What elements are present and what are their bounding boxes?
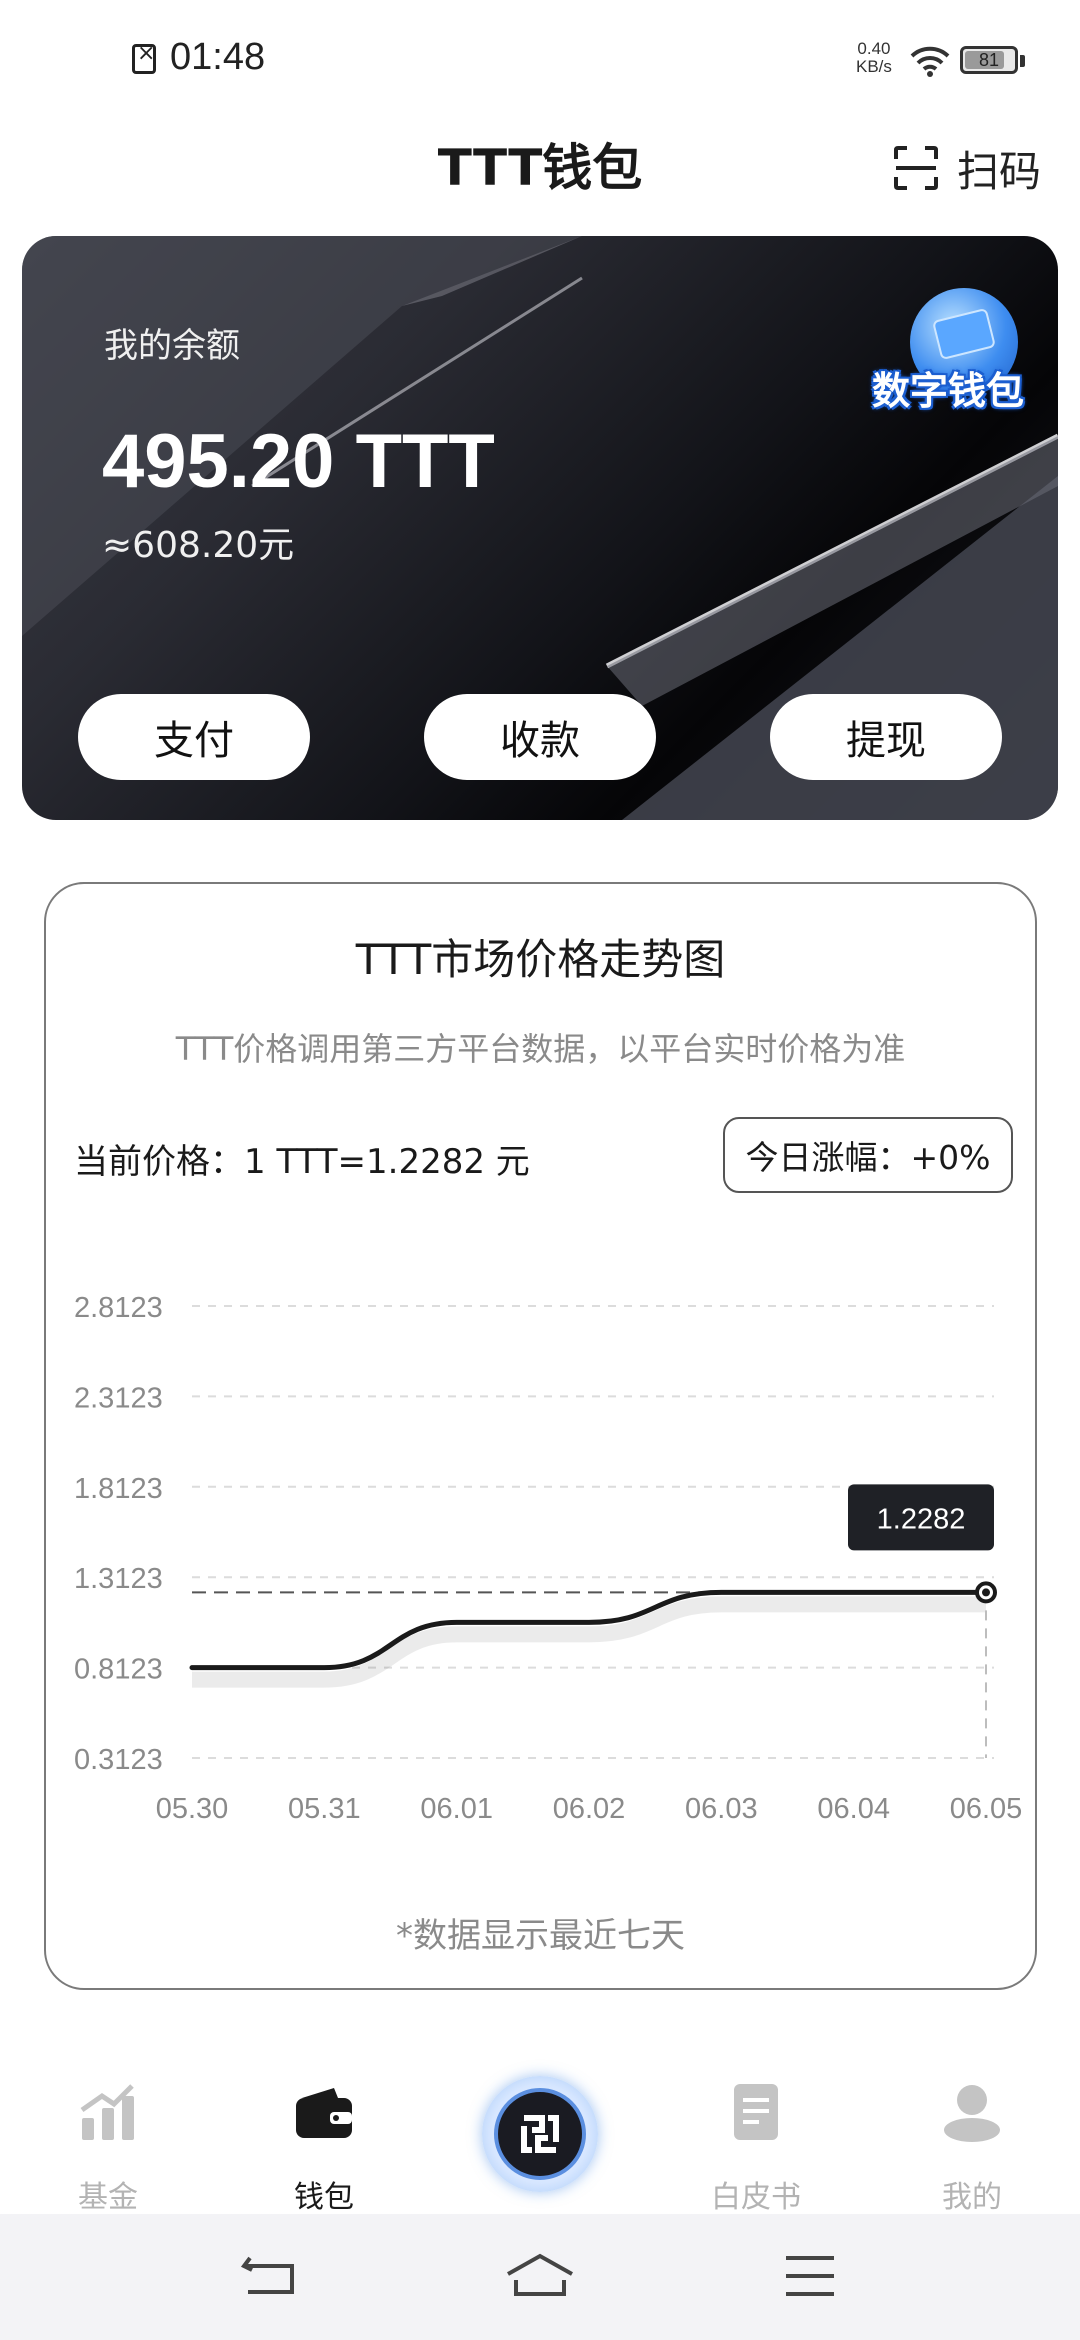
document-icon: [734, 2084, 778, 2140]
nav-item-wallet[interactable]: 钱包: [254, 2082, 394, 2215]
nav-label-whitepaper: 白皮书: [711, 2180, 801, 2215]
price-tooltip-label: 1.2282: [877, 1503, 966, 1535]
y-tick-label: 2.8123: [74, 1292, 163, 1324]
y-tick-label: 2.3123: [74, 1382, 163, 1414]
y-tick-label: 1.8123: [74, 1473, 163, 1505]
x-tick-label: 06.04: [817, 1793, 890, 1825]
pay-button[interactable]: 支付: [78, 694, 310, 780]
wallet-page: 01:48 0.40 KB/s 81 TTT钱包 扫码: [0, 0, 1080, 2340]
user-icon: [944, 2085, 1000, 2142]
nav-item-profile[interactable]: 我的: [902, 2082, 1042, 2215]
digital-wallet-badge: 数字钱包: [858, 280, 1038, 430]
x-tick-label: 06.01: [420, 1793, 493, 1825]
status-time: 01:48: [170, 36, 266, 78]
y-tick-label: 0.8123: [74, 1654, 163, 1686]
scan-label: 扫码: [957, 146, 1042, 196]
back-icon[interactable]: [230, 2244, 310, 2308]
withdraw-button[interactable]: 提现: [770, 694, 1002, 780]
nav-label-fund: 基金: [78, 2180, 138, 2215]
receive-button[interactable]: 收款: [424, 694, 656, 780]
status-bar: 01:48 0.40 KB/s 81: [0, 0, 1080, 120]
battery-icon: 81: [960, 46, 1018, 74]
balance-label: 我的余额: [104, 326, 240, 366]
price-data-point-core: [982, 1588, 990, 1597]
balance-cny-equivalent: ≈608.20元: [102, 525, 295, 566]
wallet-badge-label: 数字钱包: [871, 369, 1024, 413]
battery-level: 81: [978, 50, 1000, 70]
nav-label-wallet: 钱包: [294, 2180, 354, 2215]
scan-button[interactable]: 扫码: [893, 140, 1041, 196]
network-speed-value: 0.40: [857, 39, 891, 58]
wallet-icon: [296, 2088, 352, 2138]
battery-nub: [1020, 55, 1025, 67]
app-logo-glyph: [521, 2115, 559, 2153]
price-line-chart[interactable]: 2.8123 2.3123 1.8123 1.3123 0.8123 0.3123 05.3…: [46, 884, 1039, 1992]
nav-center-logo-button[interactable]: [482, 2076, 598, 2192]
scan-icon: [894, 146, 938, 190]
nav-item-whitepaper[interactable]: 白皮书: [686, 2082, 826, 2215]
x-tick-label: 06.03: [685, 1793, 758, 1825]
app-logo-icon: [494, 2088, 586, 2180]
price-chart-card: TTT市场价格走势图 TTT价格调用第三方平台数据，以平台实时价格为准 当前价格…: [44, 882, 1037, 1990]
bottom-nav: 基金 钱包 白皮书 我的: [0, 2062, 1080, 2215]
y-tick-label: 1.3123: [74, 1563, 163, 1595]
menu-icon[interactable]: [770, 2244, 850, 2308]
chart-bars-icon: [80, 2084, 134, 2140]
y-tick-label: 0.3123: [74, 1744, 163, 1776]
chart-note: *数据显示最近七天: [396, 1916, 685, 1956]
no-sim-icon: [132, 41, 156, 74]
nav-label-profile: 我的: [942, 2180, 1002, 2215]
balance-card: 我的余额 495.20 TTT ≈608.20元 数字钱包 支付 收款 提现: [22, 236, 1058, 820]
x-tick-label: 05.31: [288, 1793, 361, 1825]
x-tick-label: 06.05: [950, 1793, 1023, 1825]
home-icon[interactable]: [500, 2244, 580, 2308]
network-speed-unit: KB/s: [856, 57, 892, 76]
network-speed: 0.40 KB/s: [856, 40, 892, 76]
x-tick-label: 06.02: [553, 1793, 626, 1825]
x-tick-label: 05.30: [156, 1793, 229, 1825]
nav-item-fund[interactable]: 基金: [38, 2082, 178, 2215]
wifi-icon: [910, 46, 950, 77]
balance-amount: 495.20 TTT: [102, 419, 495, 504]
system-nav-bar: [0, 2214, 1080, 2340]
